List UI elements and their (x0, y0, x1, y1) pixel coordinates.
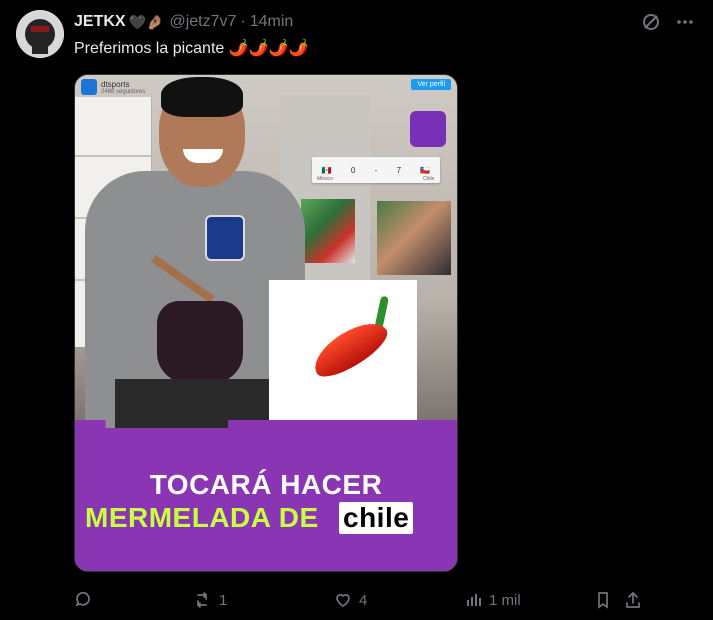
more-horizontal-icon[interactable] (675, 12, 695, 32)
brand-sticker-icon (410, 111, 446, 147)
team-right-label: Chile (423, 176, 435, 182)
headline-line2: MERMELADA DE (85, 502, 319, 533)
chile-badge-icon (205, 215, 245, 261)
author-emojis: 🖤🤌🏽 (128, 13, 164, 30)
tweet-header: JETKX 🖤🤌🏽 @jetz7v7 · 14min (74, 12, 293, 32)
tweet-text: Preferimos la picante 🌶️🌶️🌶️🌶️ (74, 40, 309, 57)
chile-flag-icon: 🇨🇱 (420, 165, 431, 175)
timestamp[interactable]: 14min (250, 13, 294, 31)
mexico-flag-icon: 🇲🇽 (321, 165, 332, 175)
author-handle[interactable]: @jetz7v7 (169, 13, 236, 31)
retweet-count: 1 (219, 591, 228, 609)
headline-line1: TOCARÁ HACER (149, 469, 383, 500)
score-left: 0 (350, 165, 356, 175)
bookmark-icon (594, 591, 612, 609)
like-button[interactable]: 4 (334, 591, 464, 609)
headline-highlight: chile (339, 502, 414, 534)
view-profile-button: Ver perfil (411, 79, 451, 90)
bookmark-button[interactable] (594, 591, 624, 609)
match-photo (301, 199, 355, 263)
jam-jar (157, 301, 243, 383)
team-left-label: México (317, 176, 333, 182)
headline-banner: TOCARÁ HACER MERMELADA DE chile (75, 420, 457, 571)
person-hair (161, 77, 243, 117)
views-count: 1 mil (489, 591, 521, 609)
heart-icon (334, 591, 352, 609)
share-button[interactable] (624, 591, 654, 609)
tweet-actions: 1 4 1 mil (74, 589, 694, 611)
retweet-icon (194, 591, 212, 609)
reply-button[interactable] (74, 591, 194, 609)
reply-icon (74, 591, 92, 609)
dtsports-logo-icon (81, 79, 97, 95)
cabinet-shelf (75, 155, 151, 157)
author-name[interactable]: JETKX (74, 13, 126, 31)
chili-card (269, 280, 417, 428)
media-account-followers: 2468 seguidores (101, 88, 146, 95)
views-icon (464, 591, 482, 609)
retweet-button[interactable]: 1 (194, 591, 334, 609)
media-account: dtsports 2468 seguidores (81, 79, 145, 95)
tweet-top-icons (641, 12, 695, 32)
tweet-media[interactable]: dtsports 2468 seguidores Ver perfil 🇲🇽 0… (74, 74, 458, 572)
score-right: 7 (396, 165, 402, 175)
avatar-image (16, 10, 64, 58)
share-icon (624, 591, 642, 609)
separator-dot: · (240, 13, 246, 30)
views-button[interactable]: 1 mil (464, 591, 594, 609)
player-photo (377, 201, 451, 275)
like-count: 4 (359, 591, 368, 609)
score-separator: - (374, 165, 378, 175)
media-account-name: dtsports (101, 79, 130, 89)
avatar[interactable] (16, 10, 64, 58)
grok-icon[interactable] (641, 12, 661, 32)
